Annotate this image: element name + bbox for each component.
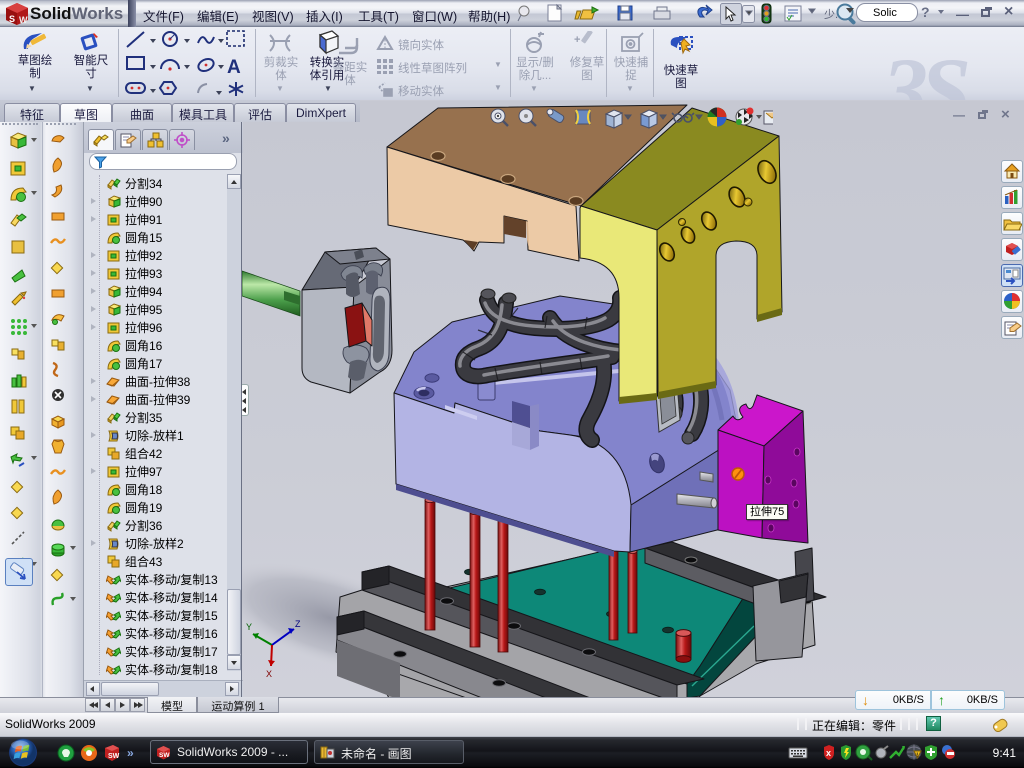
svg-text:S: S [9,14,15,24]
svg-text:X: X [266,669,272,679]
svg-text:Y: Y [246,622,252,632]
svg-text:+: + [574,34,580,46]
svg-text:SW: SW [108,753,120,760]
svg-text:»: » [127,746,134,760]
svg-text:SW: SW [159,752,170,759]
svg-text:Z: Z [295,619,301,629]
svg-text:A: A [227,57,241,78]
svg-text:!: ! [916,753,918,759]
svg-text:W: W [19,15,28,25]
svg-text:x: x [826,748,831,758]
